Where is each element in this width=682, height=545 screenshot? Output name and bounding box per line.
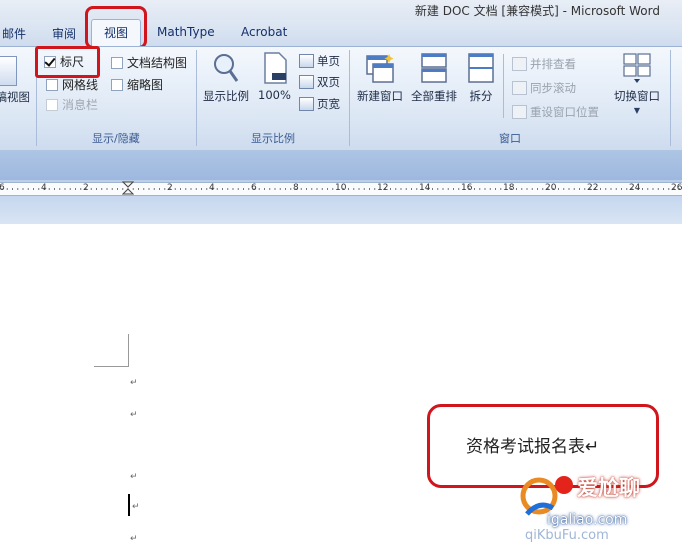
- reset-window-position-button[interactable]: 重设窗口位置: [512, 104, 599, 120]
- reset-position-icon: [512, 105, 527, 119]
- tab-review[interactable]: 审阅: [52, 25, 76, 42]
- sync-scroll-label: 同步滚动: [530, 81, 576, 95]
- ribbon-bottom-band: [0, 150, 682, 180]
- synchronous-scrolling-button[interactable]: 同步滚动: [512, 80, 576, 96]
- switch-windows-label: 切换窗口: [614, 89, 660, 103]
- group-separator: [349, 50, 350, 146]
- ruler-number: 2: [83, 183, 89, 193]
- watermark-url-text: igaliao.com: [547, 512, 628, 528]
- new-window-icon: [366, 54, 394, 83]
- draft-view-label: 草稿视图: [0, 90, 30, 104]
- view-tab-highlight: [85, 6, 147, 49]
- reset-position-label: 重设窗口位置: [530, 105, 599, 119]
- document-title-text[interactable]: 资格考试报名表↵: [466, 432, 599, 457]
- new-window-button[interactable]: 新建窗口: [357, 52, 403, 104]
- side-by-side-label: 并排查看: [530, 57, 576, 71]
- margin-corner-mark: [94, 334, 129, 367]
- ruler-number: 14: [419, 183, 431, 193]
- two-pages-label: 双页: [317, 75, 340, 89]
- arrange-all-label: 全部重排: [411, 89, 457, 103]
- thumbnails-checkbox[interactable]: 缩略图: [111, 76, 163, 93]
- ruler-number: 24: [629, 183, 641, 193]
- document-map-checkbox[interactable]: 文档结构图: [111, 54, 187, 71]
- watermark-partial-text: qiKbuFu.com: [525, 528, 609, 543]
- paragraph-mark: ↵: [130, 472, 138, 482]
- draft-view-icon: [0, 56, 17, 86]
- group-separator: [503, 54, 504, 118]
- one-page-button[interactable]: 单页: [299, 53, 340, 69]
- zoom-group-label: 显示比例: [251, 132, 295, 145]
- one-page-label: 单页: [317, 54, 340, 68]
- arrange-all-button[interactable]: 全部重排: [411, 52, 457, 104]
- ruler-number: 6: [0, 183, 5, 193]
- message-bar-checkbox[interactable]: 消息栏: [46, 96, 98, 113]
- ruler-number: 22: [587, 183, 599, 193]
- magnifier-icon: [214, 54, 239, 82]
- split-label: 拆分: [469, 89, 493, 103]
- paragraph-mark: ↵: [130, 378, 138, 388]
- ruler-number: 26: [671, 183, 682, 193]
- zoom-button[interactable]: 显示比例: [203, 52, 249, 104]
- side-by-side-icon: [512, 57, 527, 71]
- page-100-icon: [264, 52, 288, 84]
- document-map-checkbox-label: 文档结构图: [127, 56, 188, 70]
- page-width-label: 页宽: [317, 97, 340, 111]
- paragraph-mark: ↵: [130, 534, 138, 544]
- ruler-checkbox-highlight: [35, 46, 100, 78]
- ruler-number: 18: [503, 183, 515, 193]
- checkbox-icon: [111, 56, 123, 69]
- split-icon: [468, 53, 494, 83]
- ruler-number: 4: [41, 183, 47, 193]
- group-separator: [196, 50, 197, 146]
- chevron-down-icon: ▼: [633, 106, 641, 115]
- split-button[interactable]: 拆分: [466, 52, 496, 104]
- tab-acrobat[interactable]: Acrobat: [241, 25, 287, 39]
- draft-view-button[interactable]: 草稿视图: [0, 89, 30, 105]
- ruler-number: 8: [293, 183, 299, 193]
- arrange-all-icon: [421, 53, 447, 83]
- gridlines-checkbox[interactable]: 网格线: [46, 76, 98, 93]
- gridlines-checkbox-label: 网格线: [62, 78, 99, 92]
- message-bar-checkbox-label: 消息栏: [62, 98, 99, 112]
- ruler-number: 12: [377, 183, 389, 193]
- checkbox-icon: [46, 98, 58, 111]
- checkbox-icon: [111, 78, 123, 91]
- two-pages-button[interactable]: 双页: [299, 74, 340, 90]
- ruler-number: 10: [335, 183, 347, 193]
- tab-mailings[interactable]: 邮件: [2, 25, 26, 42]
- page-width-button[interactable]: 页宽: [299, 96, 340, 112]
- ruler-number: 2: [167, 183, 173, 193]
- one-page-icon: [299, 54, 314, 68]
- zoom-100-label: 100%: [258, 88, 291, 102]
- switch-windows-button[interactable]: 切换窗口 ▼: [614, 52, 660, 115]
- ruler-number: 4: [209, 183, 215, 193]
- window-group-label: 窗口: [499, 132, 521, 145]
- tab-mathtype[interactable]: MathType: [157, 25, 215, 39]
- view-side-by-side-button[interactable]: 并排查看: [512, 56, 576, 72]
- ruler-number: 20: [545, 183, 557, 193]
- page-width-icon: [299, 97, 314, 111]
- new-window-label: 新建窗口: [357, 89, 403, 103]
- sync-scroll-icon: [512, 81, 527, 95]
- ruler-bottom-band: [0, 196, 682, 224]
- text-cursor: [128, 494, 130, 516]
- indent-marker-icon[interactable]: [122, 181, 134, 195]
- paragraph-mark: ↵: [132, 502, 140, 512]
- ruler-number: 16: [461, 183, 473, 193]
- horizontal-ruler[interactable]: 6 4 2 2 4 6 8 10 12 14 16 18 20 22 24 26: [0, 181, 682, 196]
- paragraph-mark: ↵: [130, 410, 138, 420]
- zoom-100-button[interactable]: 100%: [258, 52, 291, 102]
- switch-windows-icon: [623, 53, 651, 83]
- thumbnails-checkbox-label: 缩略图: [127, 78, 164, 92]
- show-hide-group-label: 显示/隐藏: [92, 132, 140, 145]
- window-title: 新建 DOC 文档 [兼容模式] - Microsoft Word: [414, 4, 660, 18]
- watermark: 爱尬聊 igaliao.com qiKbuFu.com: [505, 470, 682, 545]
- group-separator: [670, 50, 671, 146]
- watermark-badge: [555, 476, 573, 494]
- zoom-button-label: 显示比例: [203, 89, 249, 103]
- watermark-main-text: 爱尬聊: [577, 476, 640, 500]
- checkbox-icon: [46, 78, 58, 91]
- two-pages-icon: [299, 75, 314, 89]
- ruler-number: 6: [251, 183, 257, 193]
